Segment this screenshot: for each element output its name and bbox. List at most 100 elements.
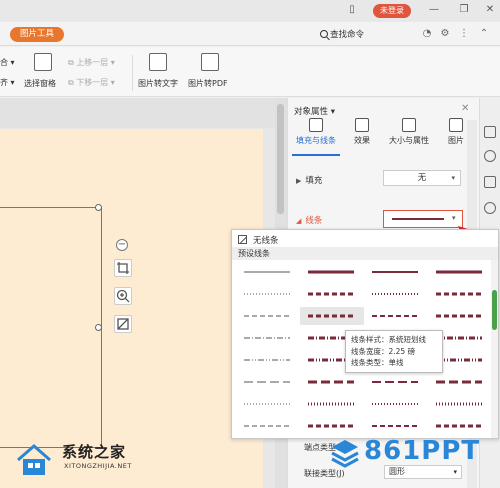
line-sample	[244, 293, 290, 295]
line-sample	[372, 381, 418, 383]
copy-icon[interactable]	[484, 126, 496, 138]
line-sample	[308, 380, 354, 384]
preset-lines-header: 预设线条	[232, 247, 498, 260]
send-backward-label: 下移一层	[76, 78, 109, 87]
preset-line-option[interactable]	[364, 263, 428, 281]
more-icon[interactable]: ⋮	[458, 28, 470, 40]
line-style-select[interactable]: ▾	[383, 210, 463, 228]
preset-line-option[interactable]	[236, 263, 300, 281]
line-sample	[392, 218, 444, 220]
no-line-label: 无线条	[253, 236, 279, 246]
preset-line-option[interactable]	[364, 307, 428, 325]
preset-line-option[interactable]	[428, 285, 492, 303]
document-page[interactable]: −	[0, 129, 263, 488]
preset-line-option[interactable]	[236, 307, 300, 325]
login-button[interactable]: 未登录	[373, 4, 411, 18]
preset-line-option[interactable]	[428, 307, 492, 325]
preset-line-option[interactable]	[236, 285, 300, 303]
pane-title-label: 对象属性	[294, 107, 329, 117]
fill-select[interactable]: 无 ▾	[383, 170, 461, 186]
fill-label: 填充	[305, 176, 323, 186]
share-icon[interactable]	[484, 150, 496, 162]
pic-to-pdf-button[interactable]: 图片转PDF	[188, 78, 228, 89]
line-sample	[244, 337, 290, 339]
preset-line-option[interactable]	[428, 373, 492, 391]
settings-sidebar-icon[interactable]	[484, 202, 496, 214]
line-sample	[436, 270, 482, 274]
fill-value: 无	[417, 173, 427, 183]
preset-line-option[interactable]	[428, 395, 492, 413]
preset-line-option[interactable]	[300, 395, 364, 413]
preset-line-option[interactable]	[236, 395, 300, 413]
tab-effects[interactable]: 效果	[350, 118, 374, 146]
line-sample	[244, 425, 290, 427]
preset-line-option[interactable]	[428, 263, 492, 281]
pic-to-text-icon[interactable]	[149, 53, 167, 71]
picture-icon	[449, 118, 463, 132]
help-icon[interactable]: ◔	[421, 28, 433, 40]
no-line-option[interactable]: 无线条	[238, 234, 279, 246]
resize-handle[interactable]	[95, 204, 102, 211]
align-button[interactable]: 齐 ▾	[0, 77, 15, 88]
tab-picture[interactable]: 图片	[444, 118, 468, 146]
preset-line-option[interactable]	[364, 395, 428, 413]
preset-line-option[interactable]	[300, 285, 364, 303]
line-label: 线条	[305, 216, 323, 226]
collapse-ribbon-icon[interactable]: ⌃	[478, 28, 490, 40]
preset-line-option[interactable]	[300, 417, 364, 435]
minimize-icon[interactable]: —	[428, 4, 440, 16]
popup-scrollbar[interactable]	[491, 260, 498, 438]
preset-line-option[interactable]	[300, 373, 364, 391]
preset-line-option[interactable]	[364, 373, 428, 391]
selected-picture-frame[interactable]	[0, 204, 102, 448]
pic-to-pdf-icon[interactable]	[201, 53, 219, 71]
tab-effects-label: 效果	[354, 136, 370, 145]
zoom-out-icon[interactable]: −	[116, 239, 128, 251]
reader-mode-icon[interactable]: ▯	[346, 4, 358, 16]
preset-line-option[interactable]	[364, 417, 428, 435]
watermark-title: 系统之家	[62, 443, 127, 461]
tooltip-type: 线条类型：单线	[351, 358, 404, 367]
selection-pane-button[interactable]: 选择窗格	[24, 78, 56, 89]
resize-handle[interactable]	[95, 324, 102, 331]
archive-icon[interactable]	[484, 176, 496, 188]
preset-line-option[interactable]	[428, 417, 492, 435]
pane-close-icon[interactable]: ✕	[461, 103, 469, 114]
tab-fill-and-line[interactable]: 填充与线条	[294, 118, 338, 146]
bring-forward-label: 上移一层	[76, 58, 109, 67]
preset-line-option[interactable]	[364, 285, 428, 303]
preset-line-option[interactable]	[300, 307, 364, 325]
close-icon[interactable]: ✕	[484, 4, 496, 16]
line-sample	[244, 381, 290, 383]
preset-line-option[interactable]	[236, 351, 300, 369]
active-tab-underline	[292, 154, 340, 156]
preset-line-option[interactable]	[236, 329, 300, 347]
preset-line-option[interactable]	[300, 263, 364, 281]
settings-icon[interactable]: ⚙	[439, 28, 451, 40]
picture-style-icon[interactable]	[114, 315, 132, 333]
restore-icon[interactable]: ❐	[458, 4, 470, 16]
pane-title[interactable]: 对象属性 ▾	[294, 105, 335, 117]
popup-scrollbar-thumb[interactable]	[492, 290, 497, 330]
search-command[interactable]: 查找命令	[320, 28, 364, 40]
send-backward-button[interactable]: ⧉ 下移一层 ▾	[68, 77, 115, 88]
fill-section-toggle[interactable]: ▶ 填充	[296, 174, 322, 186]
line-sample	[436, 314, 482, 318]
search-icon	[320, 30, 328, 38]
selection-pane-icon[interactable]	[34, 53, 52, 71]
tab-size-and-properties[interactable]: 大小与属性	[386, 118, 432, 146]
bring-forward-button[interactable]: ⧉ 上移一层 ▾	[68, 57, 115, 68]
preset-line-option[interactable]	[236, 417, 300, 435]
preset-line-option[interactable]	[236, 373, 300, 391]
tooltip-width: 线条宽度：2.25 磅	[351, 346, 416, 356]
search-command-label: 查找命令	[330, 30, 365, 40]
pic-to-text-button[interactable]: 图片转文字	[138, 78, 178, 89]
tab-picture-tools[interactable]: 图片工具	[10, 27, 64, 42]
zoom-picture-icon[interactable]	[114, 287, 132, 305]
scrollbar-thumb[interactable]	[277, 104, 284, 214]
combine-button[interactable]: 合 ▾	[0, 57, 15, 68]
crop-icon[interactable]	[114, 259, 132, 277]
line-sample	[244, 403, 290, 405]
line-sample	[244, 359, 290, 361]
line-section-toggle[interactable]: ◢ 线条	[296, 214, 322, 226]
